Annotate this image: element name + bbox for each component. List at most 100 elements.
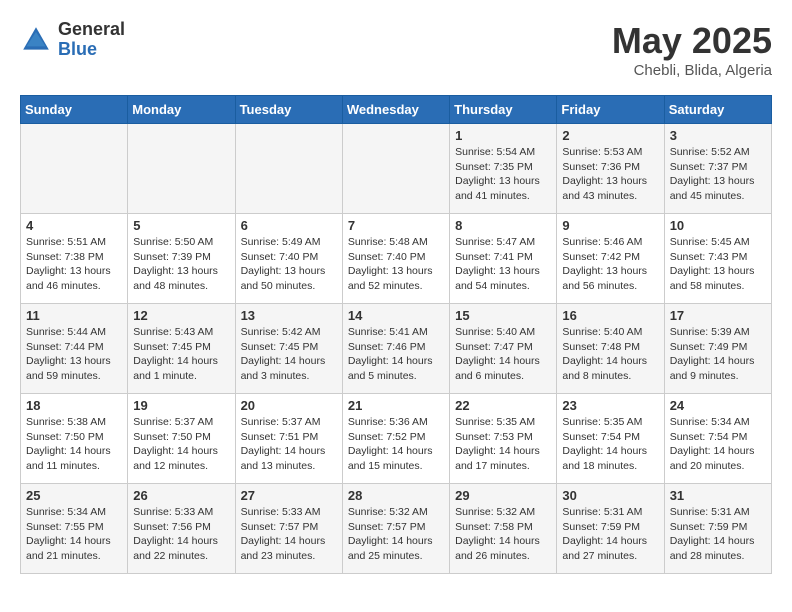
- day-number: 15: [455, 308, 551, 323]
- calendar-cell: [128, 124, 235, 214]
- location: Chebli, Blida, Algeria: [612, 62, 772, 79]
- day-header-thursday: Thursday: [450, 96, 557, 124]
- day-number: 21: [348, 398, 444, 413]
- calendar-cell: 13Sunrise: 5:42 AM Sunset: 7:45 PM Dayli…: [235, 304, 342, 394]
- day-number: 20: [241, 398, 337, 413]
- calendar-cell: 20 Sunrise: 5:37 AM Sunset: 7:51 PM Dayli…: [235, 394, 342, 484]
- cell-info: Sunrise: 5:34 AM Sunset: 7:55 PM Dayligh…: [26, 505, 122, 564]
- calendar-cell: 22Sunrise: 5:35 AM Sunset: 7:53 PM Dayli…: [450, 394, 557, 484]
- calendar-cell: 29 Sunrise: 5:32 AM Sunset: 7:58 PM Dayli…: [450, 484, 557, 574]
- cell-info: Sunrise: 5:32 AM Sunset: 7:58 PM Dayligh…: [455, 505, 551, 564]
- calendar-cell: 10Sunrise: 5:45 AM Sunset: 7:43 PM Dayli…: [664, 214, 771, 304]
- cell-info: Sunrise: 5:37 AM Sunset: 7:51 PM Dayligh…: [241, 415, 337, 474]
- calendar-cell: 1 Sunrise: 5:54 AM Sunset: 7:35 PM Daylig…: [450, 124, 557, 214]
- cell-info: Sunrise: 5:33 AM Sunset: 7:56 PM Dayligh…: [133, 505, 229, 564]
- cell-info: Sunrise: 5:48 AM Sunset: 7:40 PM Dayligh…: [348, 235, 444, 294]
- cell-info: Sunrise: 5:51 AM Sunset: 7:38 PM Dayligh…: [26, 235, 122, 294]
- cell-info: Sunrise: 5:47 AM Sunset: 7:41 PM Dayligh…: [455, 235, 551, 294]
- day-number: 24: [670, 398, 766, 413]
- calendar-cell: 17Sunrise: 5:39 AM Sunset: 7:49 PM Dayli…: [664, 304, 771, 394]
- cell-info: Sunrise: 5:33 AM Sunset: 7:57 PM Dayligh…: [241, 505, 337, 564]
- cell-info: Sunrise: 5:43 AM Sunset: 7:45 PM Dayligh…: [133, 325, 229, 384]
- day-header-monday: Monday: [128, 96, 235, 124]
- page-header: General Blue May 2025 Chebli, Blida, Alg…: [20, 20, 772, 79]
- cell-info: Sunrise: 5:38 AM Sunset: 7:50 PM Dayligh…: [26, 415, 122, 474]
- cell-info: Sunrise: 5:40 AM Sunset: 7:48 PM Dayligh…: [562, 325, 658, 384]
- day-number: 10: [670, 218, 766, 233]
- calendar-cell: 24 Sunrise: 5:34 AM Sunset: 7:54 PM Dayli…: [664, 394, 771, 484]
- week-row-1: 1 Sunrise: 5:54 AM Sunset: 7:35 PM Daylig…: [21, 124, 772, 214]
- week-row-2: 4 Sunrise: 5:51 AM Sunset: 7:38 PM Daylig…: [21, 214, 772, 304]
- day-number: 9: [562, 218, 658, 233]
- week-row-4: 18Sunrise: 5:38 AM Sunset: 7:50 PM Dayli…: [21, 394, 772, 484]
- cell-info: Sunrise: 5:46 AM Sunset: 7:42 PM Dayligh…: [562, 235, 658, 294]
- day-number: 25: [26, 488, 122, 503]
- logo-blue: Blue: [58, 40, 125, 60]
- header-row: SundayMondayTuesdayWednesdayThursdayFrid…: [21, 96, 772, 124]
- calendar-cell: [342, 124, 449, 214]
- calendar-cell: 14 Sunrise: 5:41 AM Sunset: 7:46 PM Dayli…: [342, 304, 449, 394]
- cell-info: Sunrise: 5:40 AM Sunset: 7:47 PM Dayligh…: [455, 325, 551, 384]
- calendar-cell: 11 Sunrise: 5:44 AM Sunset: 7:44 PM Dayli…: [21, 304, 128, 394]
- day-number: 13: [241, 308, 337, 323]
- cell-info: Sunrise: 5:32 AM Sunset: 7:57 PM Dayligh…: [348, 505, 444, 564]
- day-number: 29: [455, 488, 551, 503]
- week-row-3: 11 Sunrise: 5:44 AM Sunset: 7:44 PM Dayli…: [21, 304, 772, 394]
- day-number: 31: [670, 488, 766, 503]
- calendar-cell: 3 Sunrise: 5:52 AM Sunset: 7:37 PM Daylig…: [664, 124, 771, 214]
- day-number: 23: [562, 398, 658, 413]
- day-number: 19: [133, 398, 229, 413]
- day-number: 30: [562, 488, 658, 503]
- logo-text: General Blue: [58, 20, 125, 60]
- day-header-friday: Friday: [557, 96, 664, 124]
- calendar-cell: 21 Sunrise: 5:36 AM Sunset: 7:52 PM Dayli…: [342, 394, 449, 484]
- day-number: 1: [455, 128, 551, 143]
- calendar-cell: 27 Sunrise: 5:33 AM Sunset: 7:57 PM Dayli…: [235, 484, 342, 574]
- cell-info: Sunrise: 5:54 AM Sunset: 7:35 PM Dayligh…: [455, 145, 551, 204]
- day-number: 27: [241, 488, 337, 503]
- calendar-cell: 2 Sunrise: 5:53 AM Sunset: 7:36 PM Daylig…: [557, 124, 664, 214]
- day-header-saturday: Saturday: [664, 96, 771, 124]
- day-header-sunday: Sunday: [21, 96, 128, 124]
- logo-icon: [20, 24, 52, 56]
- month-title: May 2025: [612, 20, 772, 62]
- cell-info: Sunrise: 5:52 AM Sunset: 7:37 PM Dayligh…: [670, 145, 766, 204]
- cell-info: Sunrise: 5:44 AM Sunset: 7:44 PM Dayligh…: [26, 325, 122, 384]
- cell-info: Sunrise: 5:34 AM Sunset: 7:54 PM Dayligh…: [670, 415, 766, 474]
- calendar-cell: 12 Sunrise: 5:43 AM Sunset: 7:45 PM Dayli…: [128, 304, 235, 394]
- calendar-cell: 9 Sunrise: 5:46 AM Sunset: 7:42 PM Daylig…: [557, 214, 664, 304]
- week-row-5: 25 Sunrise: 5:34 AM Sunset: 7:55 PM Dayli…: [21, 484, 772, 574]
- logo: General Blue: [20, 20, 125, 60]
- cell-info: Sunrise: 5:36 AM Sunset: 7:52 PM Dayligh…: [348, 415, 444, 474]
- calendar-cell: [21, 124, 128, 214]
- day-number: 6: [241, 218, 337, 233]
- cell-info: Sunrise: 5:49 AM Sunset: 7:40 PM Dayligh…: [241, 235, 337, 294]
- calendar-cell: [235, 124, 342, 214]
- cell-info: Sunrise: 5:37 AM Sunset: 7:50 PM Dayligh…: [133, 415, 229, 474]
- day-number: 2: [562, 128, 658, 143]
- calendar-cell: 5Sunrise: 5:50 AM Sunset: 7:39 PM Daylig…: [128, 214, 235, 304]
- day-number: 11: [26, 308, 122, 323]
- calendar-cell: 18Sunrise: 5:38 AM Sunset: 7:50 PM Dayli…: [21, 394, 128, 484]
- day-number: 26: [133, 488, 229, 503]
- day-number: 16: [562, 308, 658, 323]
- cell-info: Sunrise: 5:35 AM Sunset: 7:54 PM Dayligh…: [562, 415, 658, 474]
- calendar-cell: 25 Sunrise: 5:34 AM Sunset: 7:55 PM Dayli…: [21, 484, 128, 574]
- calendar-cell: 16 Sunrise: 5:40 AM Sunset: 7:48 PM Dayli…: [557, 304, 664, 394]
- calendar-cell: 26 Sunrise: 5:33 AM Sunset: 7:56 PM Dayli…: [128, 484, 235, 574]
- title-block: May 2025 Chebli, Blida, Algeria: [612, 20, 772, 79]
- day-number: 12: [133, 308, 229, 323]
- calendar-table: SundayMondayTuesdayWednesdayThursdayFrid…: [20, 95, 772, 574]
- day-number: 4: [26, 218, 122, 233]
- day-number: 14: [348, 308, 444, 323]
- cell-info: Sunrise: 5:31 AM Sunset: 7:59 PM Dayligh…: [562, 505, 658, 564]
- calendar-cell: 23 Sunrise: 5:35 AM Sunset: 7:54 PM Dayli…: [557, 394, 664, 484]
- cell-info: Sunrise: 5:53 AM Sunset: 7:36 PM Dayligh…: [562, 145, 658, 204]
- calendar-cell: 15 Sunrise: 5:40 AM Sunset: 7:47 PM Dayli…: [450, 304, 557, 394]
- day-number: 28: [348, 488, 444, 503]
- day-number: 22: [455, 398, 551, 413]
- cell-info: Sunrise: 5:41 AM Sunset: 7:46 PM Dayligh…: [348, 325, 444, 384]
- calendar-cell: 28 Sunrise: 5:32 AM Sunset: 7:57 PM Dayli…: [342, 484, 449, 574]
- calendar-cell: 6 Sunrise: 5:49 AM Sunset: 7:40 PM Daylig…: [235, 214, 342, 304]
- day-number: 3: [670, 128, 766, 143]
